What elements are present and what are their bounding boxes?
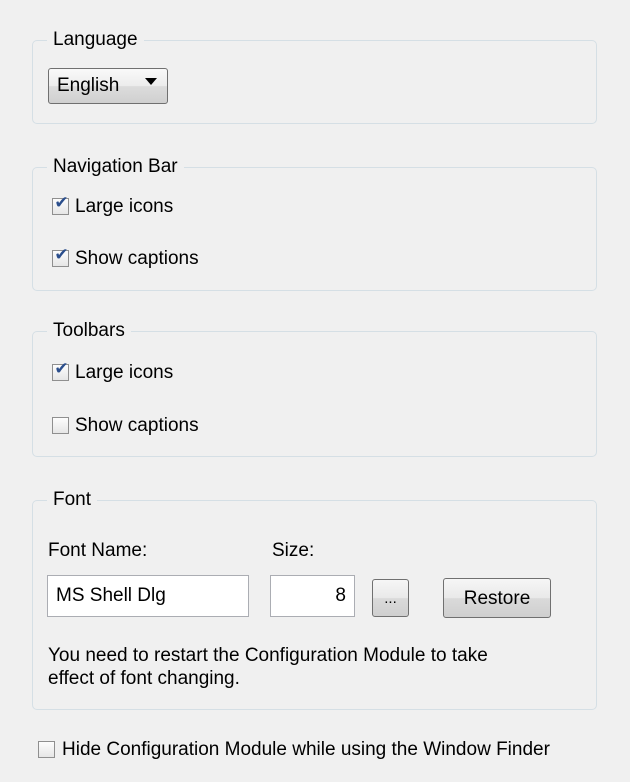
font-name-field[interactable]	[48, 576, 248, 616]
toolbars-show-captions-label[interactable]: Show captions	[75, 414, 199, 438]
check-mark-icon: ✔	[54, 359, 69, 379]
toolbars-legend: Toolbars	[47, 318, 131, 344]
nav-large-icons-checkbox[interactable]: ✔	[52, 193, 69, 215]
browse-font-button[interactable]: ...	[372, 579, 409, 617]
font-note-line2: effect of font changing.	[48, 668, 240, 689]
language-select[interactable]: English	[48, 68, 168, 104]
check-mark-icon: ✔	[54, 193, 69, 213]
size-label: Size:	[272, 540, 315, 561]
toolbars-large-icons-checkbox[interactable]: ✔	[52, 359, 69, 381]
toolbars-large-icons-label[interactable]: Large icons	[75, 361, 173, 385]
font-name-field-box	[47, 575, 249, 617]
toolbars-show-captions-checkbox[interactable]	[52, 417, 69, 434]
nav-show-captions-checkbox[interactable]: ✔	[52, 245, 69, 267]
nav-large-icons-label[interactable]: Large icons	[75, 195, 173, 219]
hide-module-label[interactable]: Hide Configuration Module while using th…	[62, 738, 550, 762]
language-select-value: English	[57, 75, 120, 96]
font-size-field-box	[270, 575, 355, 617]
font-legend: Font	[47, 487, 98, 513]
chevron-down-icon	[145, 78, 157, 85]
check-mark-icon	[53, 414, 70, 431]
nav-show-captions-label[interactable]: Show captions	[75, 247, 199, 271]
language-legend: Language	[47, 27, 144, 53]
navigation-bar-legend: Navigation Bar	[47, 154, 184, 180]
toolbars-group: Toolbars	[32, 318, 597, 457]
font-size-field[interactable]	[271, 576, 354, 616]
check-mark-icon	[39, 738, 56, 755]
font-name-label: Font Name:	[48, 540, 148, 561]
check-mark-icon: ✔	[54, 245, 69, 265]
navigation-bar-group: Navigation Bar	[32, 154, 597, 291]
hide-module-checkbox[interactable]	[38, 741, 55, 758]
font-note-line1: You need to restart the Configuration Mo…	[48, 645, 488, 666]
restore-button[interactable]: Restore	[443, 578, 551, 618]
